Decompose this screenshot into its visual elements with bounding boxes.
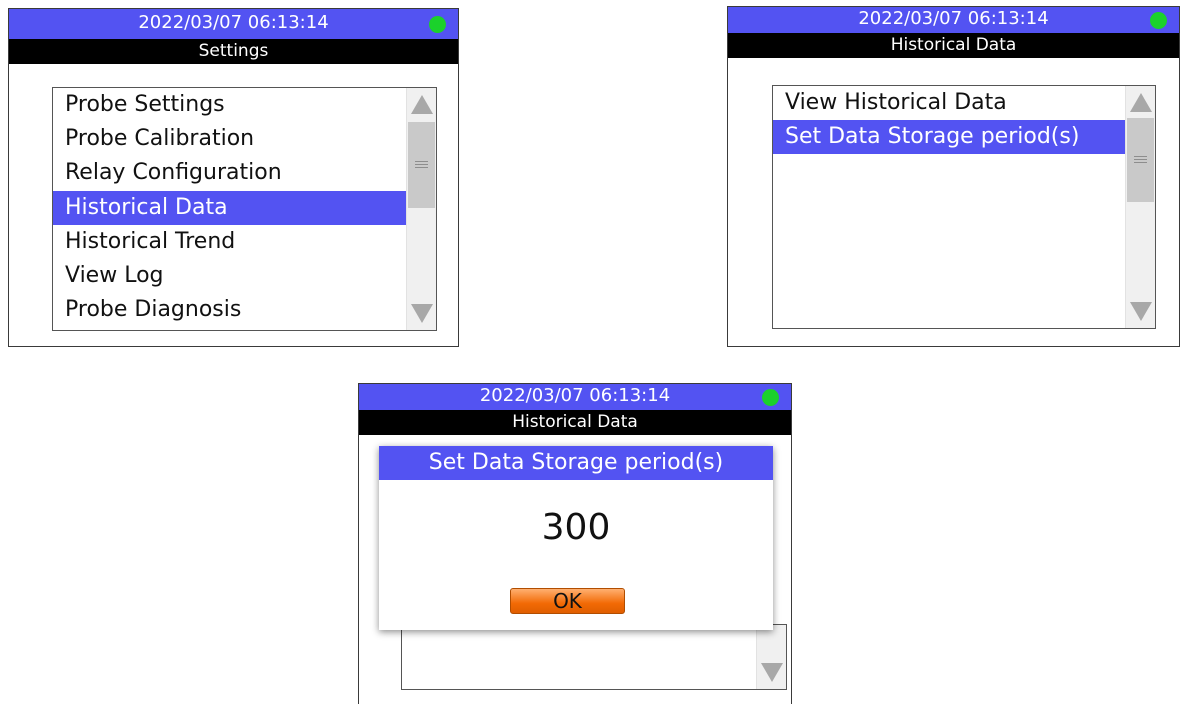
scroll-thumb[interactable] bbox=[408, 122, 435, 208]
screen-title: Settings bbox=[9, 39, 458, 64]
status-indicator-icon bbox=[762, 389, 779, 406]
scroll-down-arrow-icon[interactable] bbox=[761, 663, 783, 682]
scroll-up-arrow-icon[interactable] bbox=[411, 95, 433, 114]
scroll-down-arrow-icon[interactable] bbox=[1130, 302, 1152, 321]
scrollbar[interactable] bbox=[406, 88, 436, 330]
background-menu-list bbox=[401, 624, 787, 690]
ok-button[interactable]: OK bbox=[510, 588, 625, 614]
scroll-thumb[interactable] bbox=[1127, 118, 1154, 202]
menu-item-view-log[interactable]: View Log bbox=[53, 259, 407, 293]
menu-item-historical-data[interactable]: Historical Data bbox=[53, 191, 407, 225]
status-indicator-icon bbox=[429, 16, 446, 33]
grip-line bbox=[415, 164, 428, 165]
menu-item-probe-diagnosis[interactable]: Probe Diagnosis bbox=[53, 293, 407, 327]
storage-period-value-input[interactable]: 300 bbox=[379, 506, 773, 550]
datetime-display: 2022/03/07 06:13:14 bbox=[138, 12, 329, 33]
historical-data-screen: 2022/03/07 06:13:14 Historical Data View… bbox=[727, 6, 1180, 347]
scrollbar[interactable] bbox=[756, 625, 786, 689]
menu-item-set-data-storage-period[interactable]: Set Data Storage period(s) bbox=[773, 120, 1126, 154]
screen-title: Historical Data bbox=[728, 33, 1179, 58]
status-bar: 2022/03/07 06:13:14 bbox=[728, 7, 1179, 33]
settings-screen: 2022/03/07 06:13:14 Settings Probe Setti… bbox=[8, 8, 459, 347]
menu-item-probe-settings[interactable]: Probe Settings bbox=[53, 88, 407, 122]
storage-period-dialog-screen: 2022/03/07 06:13:14 Historical Data Set … bbox=[358, 383, 792, 704]
datetime-display: 2022/03/07 06:13:14 bbox=[858, 8, 1049, 29]
status-bar: 2022/03/07 06:13:14 bbox=[9, 9, 458, 39]
menu-item-historical-trend[interactable]: Historical Trend bbox=[53, 225, 407, 259]
grip-line bbox=[1134, 162, 1147, 163]
screen-title: Historical Data bbox=[359, 410, 791, 435]
grip-line bbox=[1134, 159, 1147, 160]
dialog-title: Set Data Storage period(s) bbox=[379, 446, 773, 480]
settings-menu-list[interactable]: Probe Settings Probe Calibration Relay C… bbox=[52, 87, 437, 331]
datetime-display: 2022/03/07 06:13:14 bbox=[479, 385, 671, 406]
menu-item-relay-configuration[interactable]: Relay Configuration bbox=[53, 156, 407, 190]
status-indicator-icon bbox=[1150, 12, 1167, 29]
storage-period-dialog: Set Data Storage period(s) 300 OK bbox=[379, 446, 773, 630]
grip-line bbox=[1134, 156, 1147, 157]
scrollbar[interactable] bbox=[1125, 86, 1155, 328]
grip-line bbox=[415, 161, 428, 162]
grip-line bbox=[415, 167, 428, 168]
historical-data-menu-list[interactable]: View Historical Data Set Data Storage pe… bbox=[772, 85, 1156, 329]
menu-item-probe-calibration[interactable]: Probe Calibration bbox=[53, 122, 407, 156]
scroll-down-arrow-icon[interactable] bbox=[411, 304, 433, 323]
menu-item-view-historical-data[interactable]: View Historical Data bbox=[773, 86, 1126, 120]
scroll-up-arrow-icon[interactable] bbox=[1130, 93, 1152, 112]
status-bar: 2022/03/07 06:13:14 bbox=[359, 384, 791, 410]
